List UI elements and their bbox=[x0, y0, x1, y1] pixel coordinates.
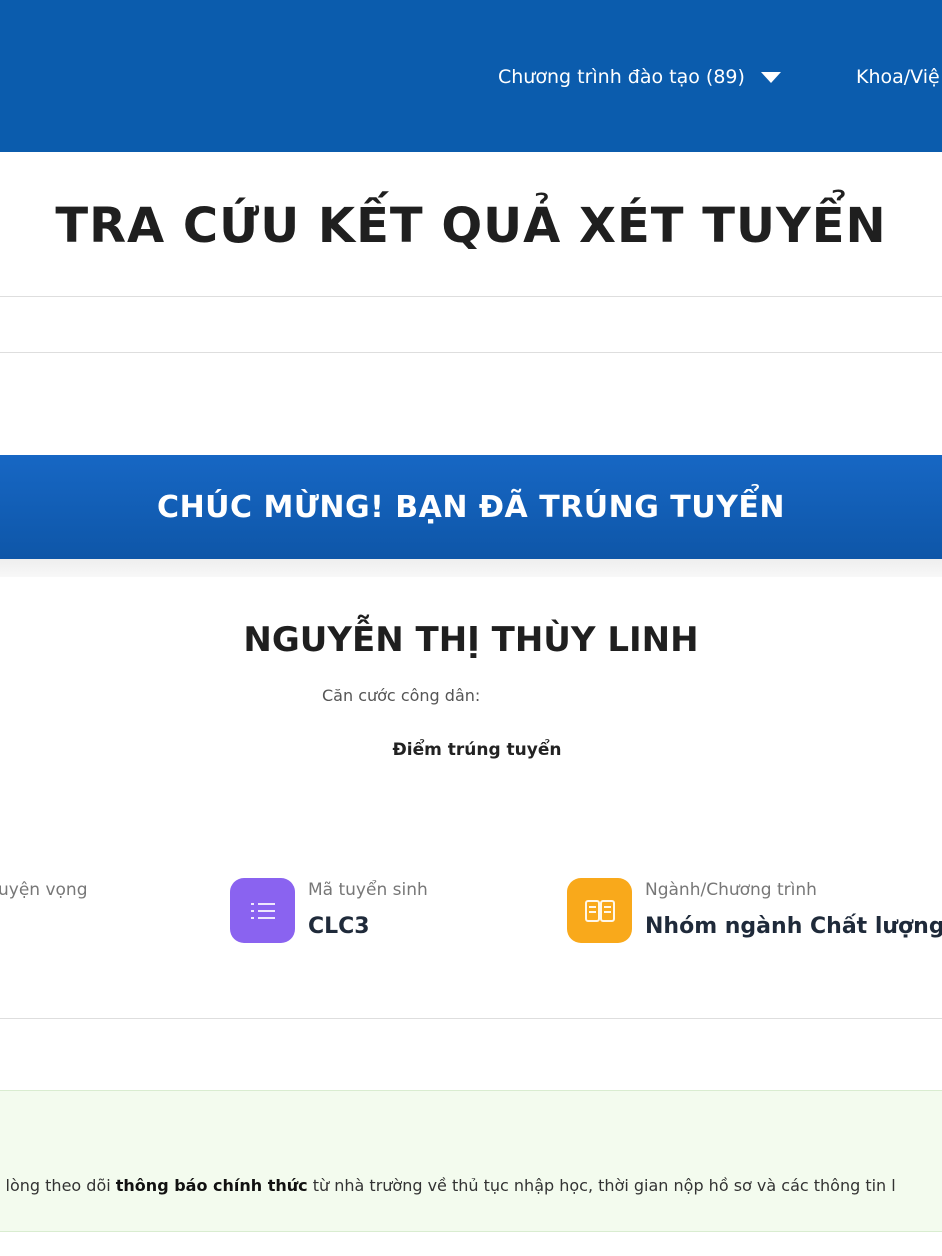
top-navigation-bar: Chương trình đào tạo (89) Khoa/Việ bbox=[0, 0, 942, 152]
major-label: Ngành/Chương trình bbox=[645, 880, 817, 900]
admission-code-label: Mã tuyển sinh bbox=[308, 880, 428, 900]
book-icon bbox=[567, 878, 632, 943]
banner-shadow bbox=[0, 559, 942, 577]
caret-down-icon bbox=[760, 71, 781, 83]
notice-prefix: i lòng theo dõi bbox=[0, 1176, 116, 1195]
list-icon bbox=[230, 878, 295, 943]
notice-suffix: từ nhà trường về thủ tục nhập học, thời … bbox=[307, 1176, 896, 1195]
notice-text: i lòng theo dõi thông báo chính thức từ … bbox=[0, 1176, 896, 1195]
official-notice-emphasis: thông báo chính thức bbox=[115, 1176, 308, 1195]
admission-success-banner: CHÚC MỪNG! BẠN ĐÃ TRÚNG TUYỂN bbox=[0, 455, 942, 559]
major-value: Nhóm ngành Chất lượng ca bbox=[645, 914, 942, 939]
nav-faculty-label: Khoa/Việ bbox=[856, 66, 940, 88]
citizen-id-label: Căn cước công dân: bbox=[322, 686, 481, 705]
divider bbox=[0, 352, 942, 353]
banner-text: CHÚC MỪNG! BẠN ĐÃ TRÚNG TUYỂN bbox=[157, 489, 785, 525]
nav-programs-menu[interactable]: Chương trình đào tạo (89) bbox=[498, 66, 781, 88]
nav-programs-label: Chương trình đào tạo (89) bbox=[498, 66, 745, 88]
preference-label: uyện vọng bbox=[0, 880, 88, 900]
admission-score-label: Điểm trúng tuyển bbox=[392, 740, 562, 760]
nav-faculty-menu[interactable]: Khoa/Việ bbox=[856, 66, 940, 88]
notice-box: i lòng theo dõi thông báo chính thức từ … bbox=[0, 1090, 942, 1232]
student-name: NGUYỄN THỊ THÙY LINH bbox=[243, 620, 699, 660]
page-title: TRA CỨU KẾT QUẢ XÉT TUYỂN bbox=[55, 198, 887, 254]
admission-code-value: CLC3 bbox=[308, 914, 370, 939]
divider bbox=[0, 296, 942, 297]
divider bbox=[0, 1018, 942, 1019]
